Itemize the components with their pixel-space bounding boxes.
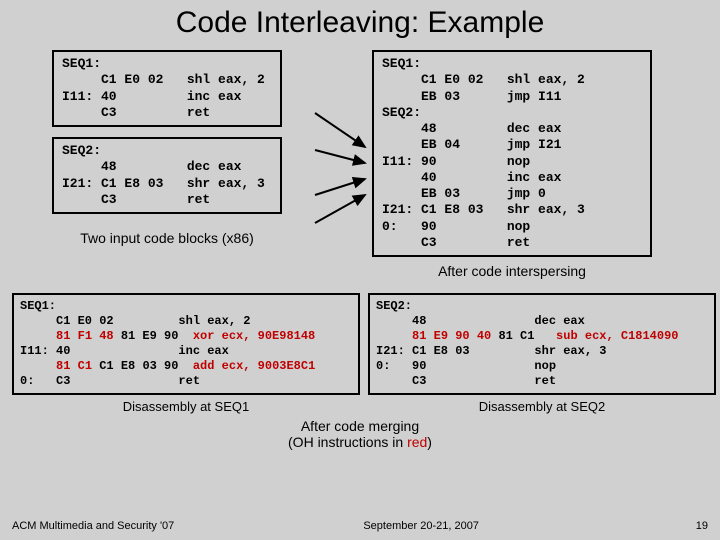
- page-number: 19: [668, 520, 708, 532]
- footer-left: ACM Multimedia and Security '07: [12, 520, 174, 532]
- seq2-block: SEQ2: 48 dec eax I21: C1 E8 03 shr eax, …: [52, 137, 282, 214]
- input-caption: Two input code blocks (x86): [52, 230, 282, 246]
- dis1-caption: Disassembly at SEQ1: [12, 399, 360, 414]
- merge-caption: After code merging (OH instructions in r…: [12, 418, 708, 450]
- arrows-icon: [310, 95, 380, 240]
- slide-title: Code Interleaving: Example: [12, 6, 708, 40]
- dis1-block: SEQ1: C1 E0 02 shl eax, 2 81 F1 48 81 E9…: [12, 293, 360, 395]
- seq1-block: SEQ1: C1 E0 02 shl eax, 2 I11: 40 inc ea…: [52, 50, 282, 127]
- dis2-caption: Disassembly at SEQ2: [368, 399, 716, 414]
- footer: ACM Multimedia and Security '07 Septembe…: [12, 520, 708, 532]
- dis2-block: SEQ2: 48 dec eax 81 E9 90 40 81 C1 sub e…: [368, 293, 716, 395]
- interspersed-block: SEQ1: C1 E0 02 shl eax, 2 EB 03 jmp I11 …: [372, 50, 652, 257]
- footer-right: September 20-21, 2007: [363, 520, 479, 532]
- intersperse-caption: After code interspersing: [372, 263, 652, 279]
